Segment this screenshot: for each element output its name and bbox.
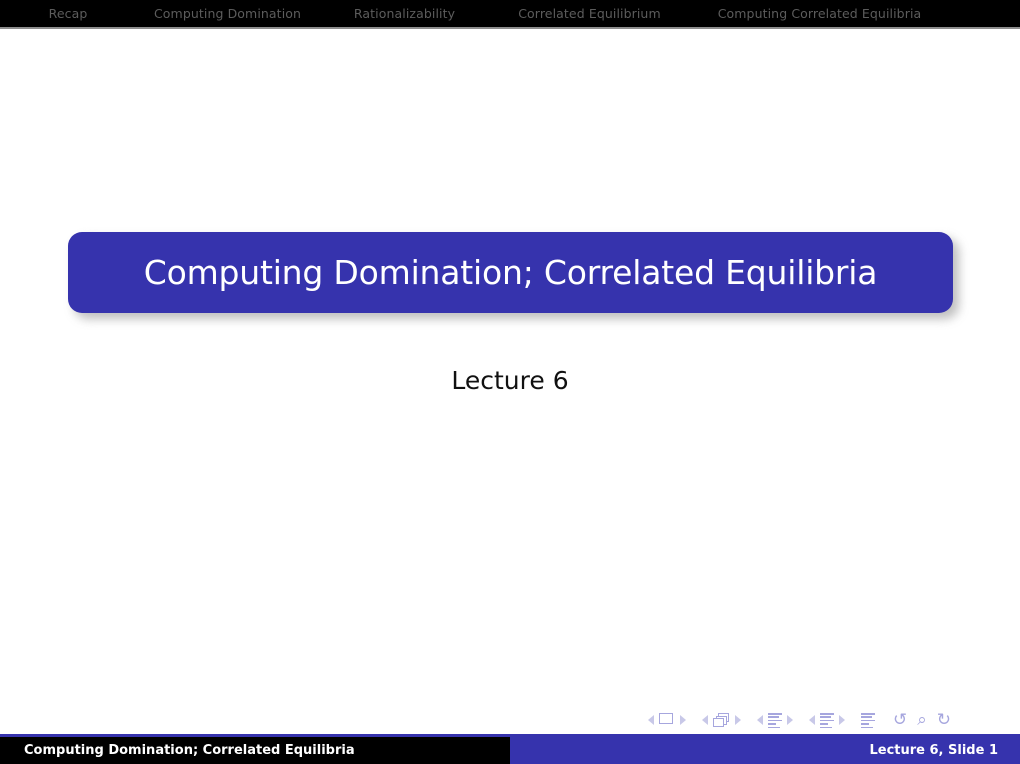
search-icon[interactable]: ⌕ bbox=[917, 711, 927, 729]
title-box: Computing Domination; Correlated Equilib… bbox=[68, 232, 953, 313]
back-icon[interactable]: ↺ bbox=[893, 711, 907, 729]
nav-item-correlated-equilibrium[interactable]: Correlated Equilibrium bbox=[490, 0, 689, 27]
section-icon[interactable] bbox=[820, 713, 834, 729]
next-subsection-icon[interactable] bbox=[787, 715, 793, 725]
navbar-underline-divider bbox=[0, 27, 1020, 29]
next-slide-icon[interactable] bbox=[680, 715, 686, 725]
page-subtitle: Lecture 6 bbox=[451, 366, 569, 395]
beamer-navigation-symbols: ↺ ⌕ ↻ bbox=[648, 709, 1010, 731]
footer-slide-counter: Lecture 6, Slide 1 bbox=[869, 743, 998, 758]
footer-deck-title: Computing Domination; Correlated Equilib… bbox=[24, 743, 355, 758]
section-navigation-bar: Recap Computing Domination Rationalizabi… bbox=[0, 0, 1020, 27]
presentation-navigation-group bbox=[861, 713, 875, 729]
footer-right-section: Lecture 6, Slide 1 bbox=[510, 737, 1020, 764]
section-navigation-group bbox=[809, 713, 845, 729]
nav-item-rationalizability[interactable]: Rationalizability bbox=[319, 0, 490, 27]
nav-item-computing-domination[interactable]: Computing Domination bbox=[136, 0, 319, 27]
subsection-icon[interactable] bbox=[768, 713, 782, 729]
prev-slide-icon[interactable] bbox=[648, 715, 654, 725]
presentation-icon[interactable] bbox=[861, 713, 875, 729]
nav-item-computing-correlated-equilibria[interactable]: Computing Correlated Equilibria bbox=[689, 0, 950, 27]
page-title: Computing Domination; Correlated Equilib… bbox=[143, 253, 878, 292]
title-block: Computing Domination; Correlated Equilib… bbox=[68, 232, 959, 319]
slide-canvas: Recap Computing Domination Rationalizabi… bbox=[0, 0, 1020, 764]
slide-icon[interactable] bbox=[659, 713, 675, 727]
nav-item-recap[interactable]: Recap bbox=[0, 0, 136, 27]
next-frame-icon[interactable] bbox=[735, 715, 741, 725]
subsection-navigation-group bbox=[757, 713, 793, 729]
frame-navigation-group bbox=[702, 713, 741, 727]
prev-section-icon[interactable] bbox=[809, 715, 815, 725]
footer-bar: Computing Domination; Correlated Equilib… bbox=[0, 737, 1020, 764]
forward-icon[interactable]: ↻ bbox=[937, 711, 951, 729]
footer-left-section: Computing Domination; Correlated Equilib… bbox=[0, 737, 510, 764]
frame-icon[interactable] bbox=[713, 713, 730, 727]
prev-frame-icon[interactable] bbox=[702, 715, 708, 725]
next-section-icon[interactable] bbox=[839, 715, 845, 725]
slide-navigation-group bbox=[648, 713, 686, 727]
prev-subsection-icon[interactable] bbox=[757, 715, 763, 725]
